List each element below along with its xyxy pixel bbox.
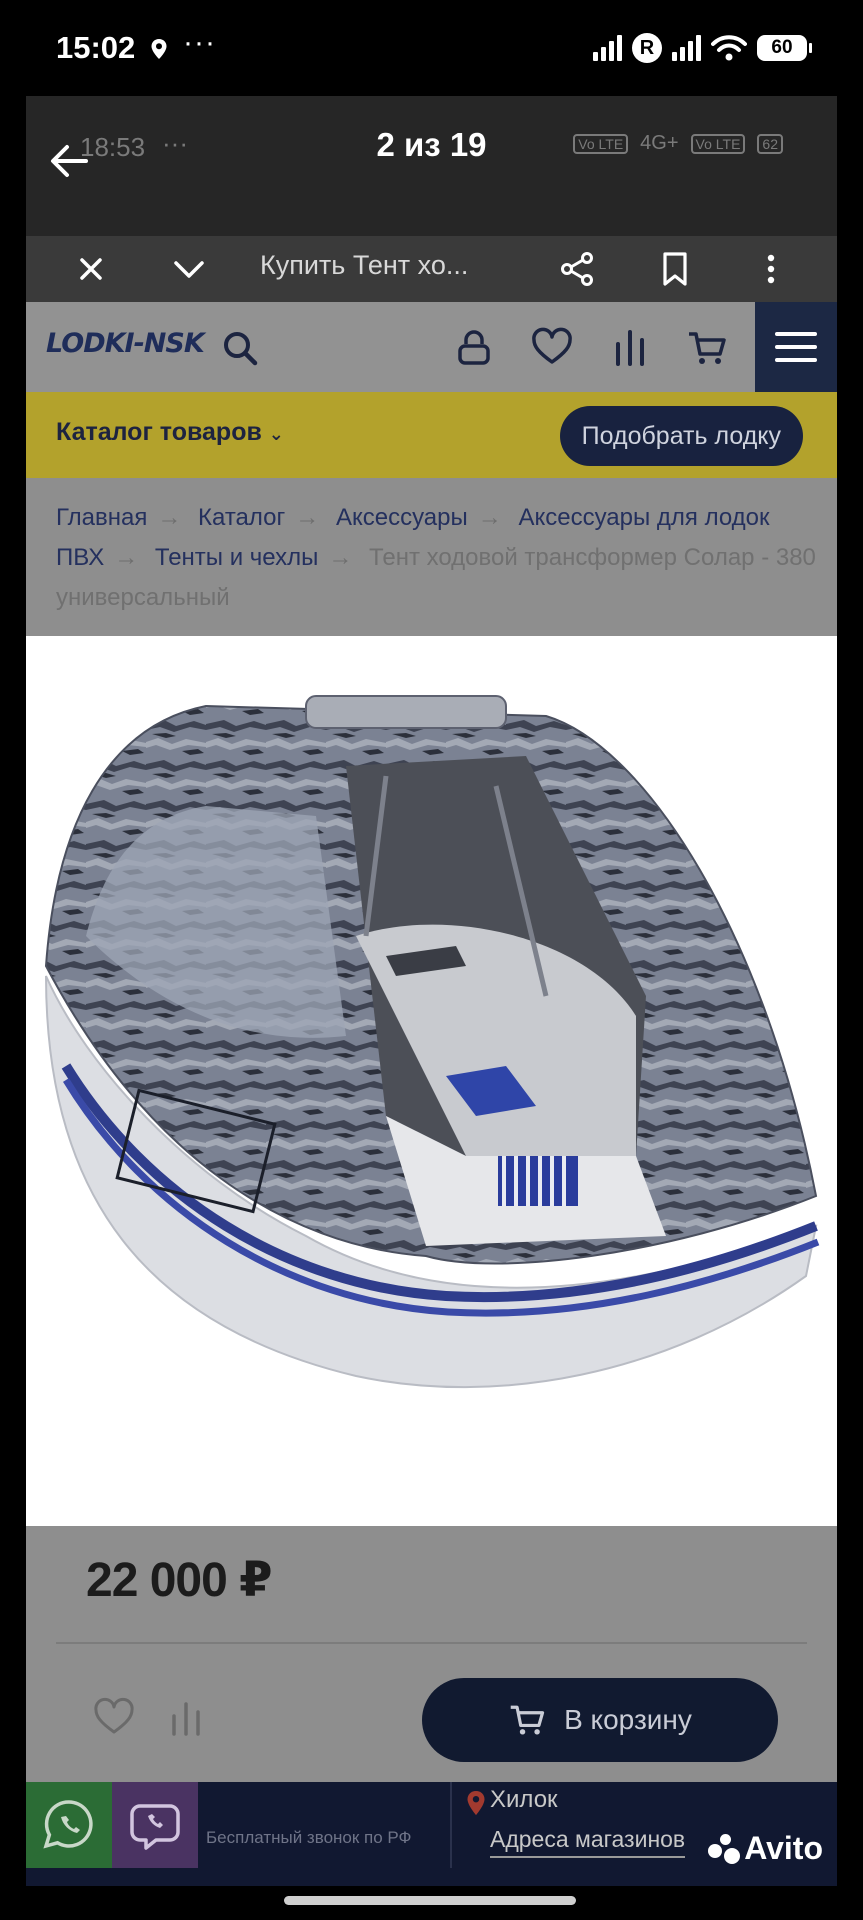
divider [450, 1782, 452, 1868]
status-time: 15:02 [56, 30, 136, 65]
avito-logo-icon [708, 1833, 741, 1864]
pick-boat-button[interactable]: Подобрать лодку [559, 406, 803, 466]
product-image[interactable] [26, 636, 837, 1526]
site-action-bar: Каталог товаров ⌄ Подобрать лодку [26, 392, 837, 478]
status-more-dots: ··· [183, 26, 216, 59]
more-vertical-icon[interactable] [752, 250, 790, 288]
close-icon[interactable] [72, 250, 110, 288]
catalog-menu-button[interactable]: Каталог товаров ⌄ [56, 418, 284, 447]
breadcrumb: Главная → Каталог → Аксессуары → Аксессуары… [56, 504, 816, 611]
browser-toolbar: Купить Тент хо... [26, 236, 837, 302]
compare-icon[interactable] [608, 326, 652, 370]
compare-icon[interactable] [166, 1698, 206, 1738]
whatsapp-button[interactable] [26, 1782, 112, 1868]
location-icon [151, 39, 167, 59]
status-bar: 15:02 ··· R 60 [0, 0, 863, 96]
search-icon[interactable] [218, 326, 262, 370]
signal-icon-2 [672, 35, 701, 61]
heart-icon[interactable] [530, 326, 574, 370]
avito-watermark-text: Avito [744, 1830, 823, 1866]
image-counter: 2 из 19 [376, 126, 487, 163]
viber-button[interactable] [112, 1782, 198, 1868]
website-content: LODKI-NSK Каталог товаров ⌄ Подобрать ло… [26, 302, 837, 1886]
bookmark-icon[interactable] [656, 250, 694, 288]
share-icon[interactable] [558, 250, 596, 288]
city-selector[interactable]: Хилок [490, 1786, 558, 1814]
wifi-icon [711, 35, 747, 61]
heart-icon[interactable] [92, 1696, 136, 1740]
map-pin-icon [467, 1791, 485, 1815]
breadcrumb-item[interactable]: Аксессуары [336, 504, 468, 531]
breadcrumb-item[interactable]: Тенты и чехлы [155, 544, 318, 571]
account-icon[interactable] [452, 326, 496, 370]
whatsapp-icon [43, 1800, 93, 1849]
add-to-cart-button[interactable]: В корзину [422, 1678, 778, 1762]
divider [56, 1642, 807, 1644]
cart-icon [510, 1705, 545, 1735]
battery-icon: 60 [757, 35, 812, 61]
site-header: LODKI-NSK [26, 302, 837, 392]
viewer-header: 18:53 ··· Vo LTE 4G+ Vo LTE 62 2 из 19 [26, 96, 837, 236]
store-addresses-link[interactable]: Адреса магазинов [490, 1826, 686, 1858]
breadcrumb-item[interactable]: Каталог [198, 504, 285, 531]
add-to-cart-label: В корзину [564, 1704, 692, 1735]
breadcrumb-item[interactable]: Главная [56, 504, 147, 531]
free-call-label: Бесплатный звонок по РФ [206, 1828, 412, 1847]
home-indicator[interactable] [284, 1896, 576, 1905]
chevron-down-icon[interactable] [170, 250, 208, 288]
browser-page-title: Купить Тент хо... [260, 250, 469, 280]
avito-watermark: Avito [708, 1830, 823, 1867]
site-logo[interactable]: LODKI-NSK [46, 328, 205, 359]
signal-icon [593, 35, 622, 61]
viber-icon [130, 1804, 180, 1850]
boat-tent-illustration [44, 695, 820, 1389]
menu-icon[interactable] [755, 302, 837, 392]
cart-icon[interactable] [686, 326, 730, 370]
roaming-badge: R [632, 33, 662, 63]
image-viewer: 18:53 ··· Vo LTE 4G+ Vo LTE 62 2 из 19 К… [26, 96, 837, 1886]
product-price: 22 000 ₽ [86, 1554, 273, 1607]
